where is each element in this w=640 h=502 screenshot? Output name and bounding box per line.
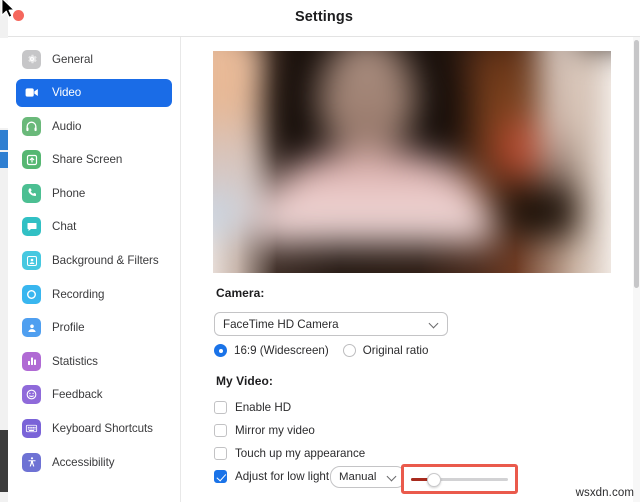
camera-select[interactable]: FaceTime HD Camera — [214, 312, 448, 336]
checkbox-enable-hd[interactable] — [214, 401, 227, 414]
bar-chart-icon — [22, 351, 41, 371]
sidebar-item-label: General — [52, 52, 93, 66]
chevron-down-icon — [430, 320, 439, 329]
checkbox-mirror-my-video-label: Mirror my video — [235, 424, 315, 437]
checkbox-row-touch-up-my-appearance[interactable]: Touch up my appearance — [214, 447, 365, 460]
sidebar-item-label: Audio — [52, 119, 82, 133]
sidebar-item-recording[interactable]: Recording — [16, 280, 172, 308]
sidebar-item-label: Background & Filters — [52, 254, 159, 268]
sidebar-item-label: Recording — [52, 287, 105, 301]
background-window-blue-edge-top — [0, 130, 8, 150]
low-light-mode-select[interactable]: Manual — [330, 466, 406, 488]
sidebar-item-profile[interactable]: Profile — [16, 314, 172, 342]
gear-icon — [22, 49, 41, 69]
radio-widescreen-label: 16:9 (Widescreen) — [234, 344, 329, 357]
checkbox-touch-up-my-appearance[interactable] — [214, 447, 227, 460]
sidebar-item-general[interactable]: General — [16, 45, 172, 73]
settings-sidebar: General Video Audio Share Screen Phone C… — [8, 37, 181, 502]
sidebar-item-label: Phone — [52, 186, 86, 200]
sidebar-item-accessibility[interactable]: Accessibility — [16, 448, 172, 476]
aspect-ratio-radio-group: 16:9 (Widescreen) Original ratio — [214, 344, 428, 357]
chat-bubble-icon — [22, 217, 41, 237]
checkbox-row-enable-hd[interactable]: Enable HD — [214, 401, 291, 414]
checkbox-touch-up-my-appearance-label: Touch up my appearance — [235, 447, 366, 460]
sidebar-item-keyboard-shortcuts[interactable]: Keyboard Shortcuts — [16, 415, 172, 443]
sidebar-item-label: Share Screen — [52, 153, 123, 167]
watermark: wsxdn.com — [575, 487, 634, 499]
accessibility-icon — [22, 452, 41, 472]
record-circle-icon — [22, 284, 41, 304]
sidebar-item-label: Accessibility — [52, 455, 115, 469]
phone-icon — [22, 183, 41, 203]
my-video-section-label: My Video: — [216, 374, 273, 388]
settings-window-screenshot: Settings General Video Audio Share Scree… — [0, 0, 640, 502]
sidebar-item-label: Profile — [52, 321, 85, 335]
sidebar-item-video[interactable]: Video — [16, 78, 172, 107]
person-frame-icon — [22, 251, 41, 271]
sidebar-item-phone[interactable]: Phone — [16, 179, 172, 207]
settings-window: Settings General Video Audio Share Scree… — [8, 0, 640, 502]
sidebar-item-audio[interactable]: Audio — [16, 112, 172, 140]
video-settings-panel: Camera: FaceTime HD Camera 16:9 (Widescr… — [182, 37, 640, 502]
headphones-icon — [22, 116, 41, 136]
radio-original-ratio-label: Original ratio — [362, 344, 429, 357]
sidebar-item-feedback[interactable]: Feedback — [16, 381, 172, 409]
sidebar-item-label: Video — [52, 86, 82, 100]
checkbox-adjust-for-low-light-label: Adjust for low light — [235, 470, 330, 483]
title-bar: Settings — [8, 0, 640, 37]
share-screen-icon — [22, 150, 41, 170]
window-title: Settings — [295, 9, 353, 25]
background-window-blue-edge-bottom — [0, 152, 8, 168]
checkbox-enable-hd-label: Enable HD — [235, 401, 292, 414]
radio-widescreen[interactable] — [214, 344, 227, 357]
keyboard-icon — [22, 419, 41, 439]
camera-section-label: Camera: — [216, 286, 265, 300]
camera-select-value: FaceTime HD Camera — [223, 317, 339, 331]
radio-original-ratio[interactable] — [342, 344, 356, 357]
sidebar-item-chat[interactable]: Chat — [16, 213, 172, 241]
checkbox-adjust-for-low-light[interactable] — [214, 470, 227, 483]
sidebar-item-share-screen[interactable]: Share Screen — [16, 146, 172, 174]
checkbox-row-adjust-for-low-light[interactable]: Adjust for low light — [214, 470, 329, 483]
slider-thumb[interactable] — [427, 472, 441, 487]
low-light-slider[interactable] — [411, 472, 508, 487]
low-light-mode-value: Manual — [339, 471, 377, 483]
vertical-scrollbar-thumb[interactable] — [634, 40, 639, 288]
video-camera-icon — [22, 83, 41, 102]
chevron-down-icon — [388, 473, 397, 482]
checkbox-mirror-my-video[interactable] — [214, 424, 227, 437]
person-icon — [22, 318, 41, 338]
sidebar-item-statistics[interactable]: Statistics — [16, 347, 172, 375]
sidebar-item-label: Chat — [52, 220, 77, 234]
checkbox-row-mirror-my-video[interactable]: Mirror my video — [214, 424, 315, 437]
video-preview — [213, 51, 611, 273]
sidebar-item-label: Keyboard Shortcuts — [52, 422, 153, 436]
smiley-face-icon — [22, 385, 41, 405]
sidebar-item-background-and-filters[interactable]: Background & Filters — [16, 247, 172, 275]
sidebar-item-label: Statistics — [52, 354, 98, 368]
sidebar-item-label: Feedback — [52, 388, 103, 402]
